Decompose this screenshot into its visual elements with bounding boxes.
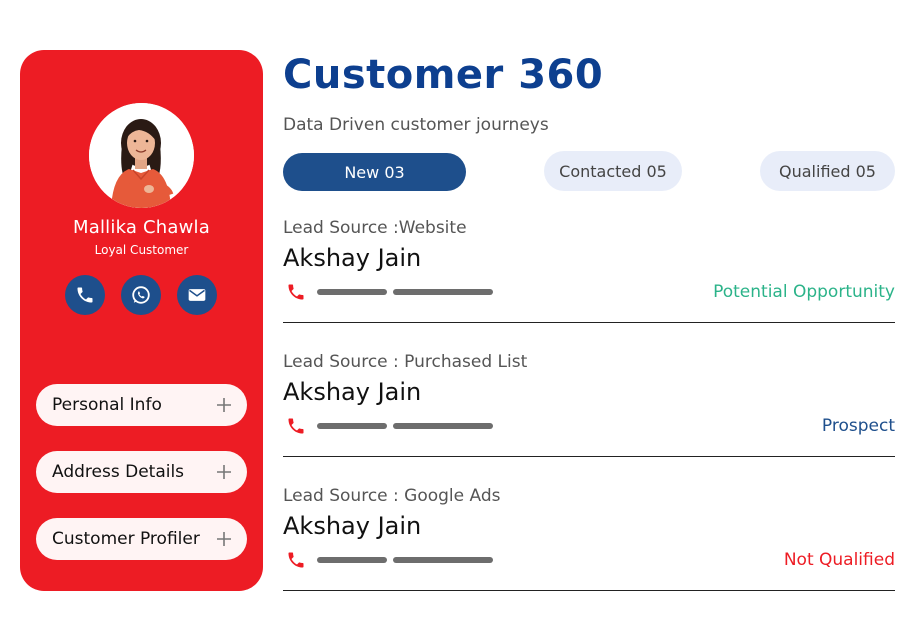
phone-icon[interactable]: [286, 550, 306, 570]
section-label: Address Details: [52, 462, 185, 482]
placeholder-bar: [317, 423, 387, 429]
plus-icon: [217, 532, 231, 546]
tab-label: Qualified 05: [779, 161, 876, 181]
lead-source: Lead Source :Website: [283, 218, 467, 238]
lead-name: Akshay Jain: [283, 244, 422, 272]
page-subtitle: Data Driven customer journeys: [283, 115, 549, 135]
divider: [283, 456, 895, 457]
profile-name: Mallika Chawla: [73, 217, 210, 238]
placeholder-bar: [393, 289, 493, 295]
lead-status: Not Qualified: [783, 550, 895, 570]
phone-icon[interactable]: [286, 416, 306, 436]
lead-status: Potential Opportunity: [713, 282, 895, 302]
tab-qualified[interactable]: Qualified 05: [760, 151, 895, 191]
divider: [283, 590, 895, 591]
lead-source: Lead Source : Google Ads: [283, 486, 501, 506]
section-label: Personal Info: [52, 395, 162, 415]
tab-contacted[interactable]: Contacted 05: [544, 151, 682, 191]
email-button[interactable]: [177, 275, 217, 315]
mail-icon: [188, 289, 206, 301]
phone-icon[interactable]: [286, 282, 306, 302]
divider: [283, 322, 895, 323]
plus-icon: [217, 465, 231, 479]
whatsapp-icon: [132, 286, 150, 304]
plus-icon: [217, 398, 231, 412]
address-details-section[interactable]: Address Details: [36, 451, 247, 493]
personal-info-section[interactable]: Personal Info: [36, 384, 247, 426]
tab-new[interactable]: New 03: [283, 153, 466, 191]
lead-status: Prospect: [821, 416, 895, 436]
whatsapp-button[interactable]: [121, 275, 161, 315]
profile-card: Mallika Chawla Loyal Customer Personal I…: [20, 50, 263, 591]
lead-source: Lead Source : Purchased List: [283, 352, 528, 372]
lead-name: Akshay Jain: [283, 378, 422, 406]
phone-icon: [77, 287, 93, 303]
tab-label: New 03: [344, 162, 405, 182]
page-title: Customer 360: [283, 52, 604, 98]
lead-item[interactable]: Lead Source :Website Akshay Jain Potenti…: [283, 218, 895, 328]
customer-profiler-section[interactable]: Customer Profiler: [36, 518, 247, 560]
lead-item[interactable]: Lead Source : Purchased List Akshay Jain…: [283, 352, 895, 462]
tab-label: Contacted 05: [559, 161, 667, 181]
section-label: Customer Profiler: [52, 529, 200, 549]
profile-role: Loyal Customer: [94, 243, 189, 257]
placeholder-bar: [393, 423, 493, 429]
placeholder-bar: [317, 289, 387, 295]
lead-item[interactable]: Lead Source : Google Ads Akshay Jain Not…: [283, 486, 895, 596]
lead-name: Akshay Jain: [283, 512, 422, 540]
call-button[interactable]: [65, 275, 105, 315]
avatar: [89, 103, 194, 208]
placeholder-bar: [317, 557, 387, 563]
placeholder-bar: [393, 557, 493, 563]
